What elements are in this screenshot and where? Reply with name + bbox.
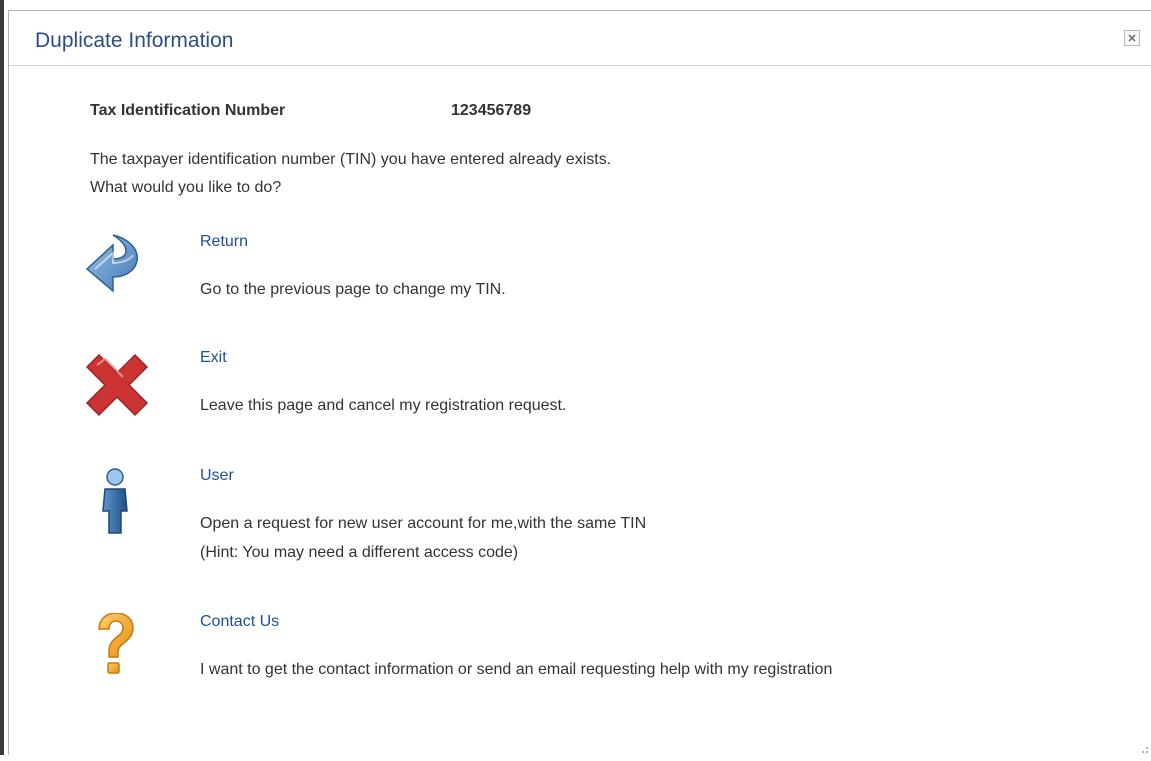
tin-value: 123456789	[451, 102, 532, 119]
contact-us-description-line-1: I want to get the contact information or…	[200, 661, 833, 678]
tin-label: Tax Identification Number	[90, 102, 286, 119]
contact-us-link[interactable]: Contact Us	[200, 613, 279, 631]
close-icon	[1128, 34, 1136, 42]
user-icon[interactable]	[81, 467, 151, 539]
return-description-line-1: Go to the previous page to change my TIN…	[200, 281, 506, 298]
user-description-line-1: Open a request for new user account for …	[200, 515, 647, 532]
resize-grip[interactable]	[1139, 743, 1149, 753]
duplicate-message: The taxpayer identification number (TIN)…	[90, 146, 611, 202]
dialog-title: Duplicate Information	[35, 29, 234, 52]
user-description: Open a request for new user account for …	[200, 509, 646, 567]
window-edge	[0, 0, 4, 755]
user-description-line-2: (Hint: You may need a different access c…	[200, 544, 519, 561]
message-line-2: What would you like to do?	[90, 179, 282, 196]
red-x-icon[interactable]	[81, 349, 151, 421]
duplicate-information-dialog: Duplicate Information Tax Identification…	[8, 10, 1151, 755]
page: Duplicate Information Tax Identification…	[0, 0, 1151, 755]
message-line-1: The taxpayer identification number (TIN)…	[90, 151, 612, 168]
contact-us-description: I want to get the contact information or…	[200, 655, 832, 684]
return-arrow-icon[interactable]	[81, 233, 151, 305]
exit-description: Leave this page and cancel my registrati…	[200, 391, 566, 420]
question-mark-icon[interactable]	[81, 612, 151, 685]
dialog-titlebar: Duplicate Information	[9, 11, 1151, 66]
return-link[interactable]: Return	[200, 233, 248, 251]
dialog-content: Tax Identification Number 123456789 The …	[9, 67, 1151, 756]
exit-link[interactable]: Exit	[200, 349, 227, 367]
exit-description-line-1: Leave this page and cancel my registrati…	[200, 397, 567, 414]
close-button[interactable]	[1124, 30, 1140, 46]
user-link[interactable]: User	[200, 467, 234, 485]
return-description: Go to the previous page to change my TIN…	[200, 275, 506, 304]
